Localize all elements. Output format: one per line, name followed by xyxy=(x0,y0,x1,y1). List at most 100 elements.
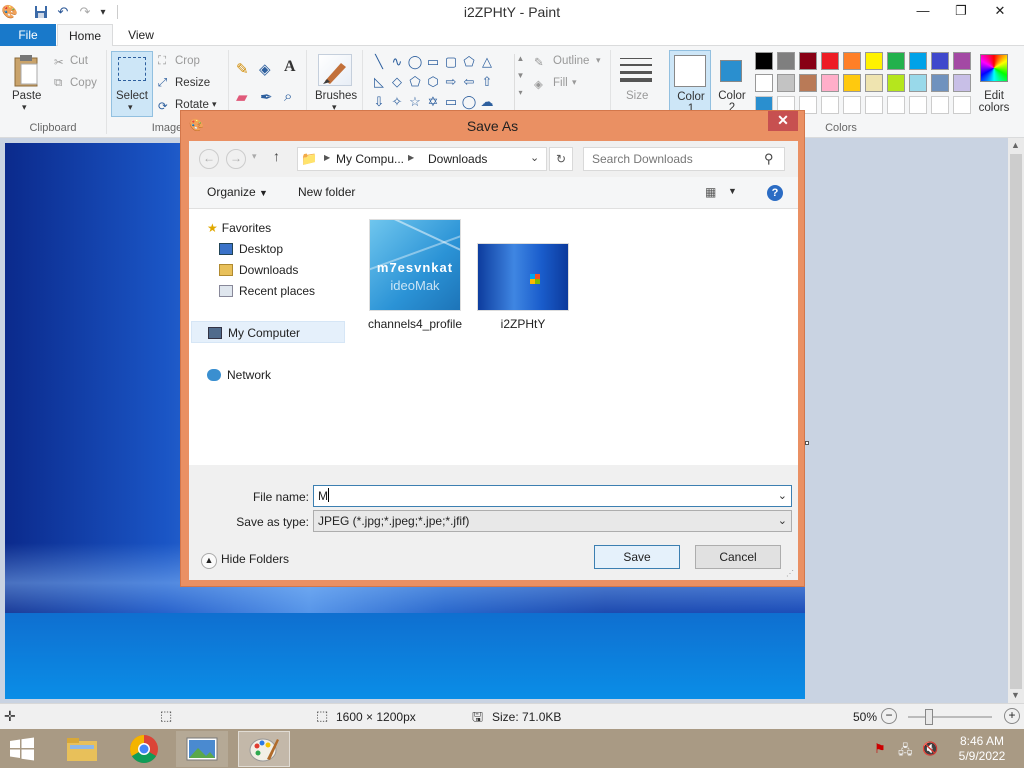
fill-button[interactable]: Fill xyxy=(553,77,568,89)
rounded-rect-shape-icon[interactable]: ▢ xyxy=(442,54,460,70)
palette-swatch[interactable] xyxy=(821,74,839,92)
search-input[interactable]: Search Downloads xyxy=(592,152,693,166)
palette-swatch[interactable] xyxy=(887,52,905,70)
zoom-out-button[interactable]: − xyxy=(881,708,897,724)
zoom-in-button[interactable]: + xyxy=(1004,708,1020,724)
tab-home[interactable]: Home xyxy=(57,24,113,47)
volume-muted-icon[interactable]: 🔇 xyxy=(922,741,938,757)
eraser-icon[interactable]: ▰ xyxy=(236,88,248,106)
search-icon[interactable]: ⚲ xyxy=(764,151,774,167)
organize-button[interactable]: Organize ▼ xyxy=(207,185,268,199)
nav-favorites[interactable]: ★ Favorites xyxy=(207,221,271,235)
custom-color-slot[interactable] xyxy=(909,96,927,114)
palette-swatch[interactable] xyxy=(909,52,927,70)
maximize-button[interactable]: ❐ xyxy=(944,0,978,22)
file-name-input[interactable]: M ⌄ xyxy=(313,485,792,507)
nav-my-computer[interactable]: My Computer xyxy=(191,321,345,343)
rectangle-shape-icon[interactable]: ▭ xyxy=(424,54,442,70)
paint-taskbar-icon[interactable] xyxy=(238,731,290,767)
nav-downloads[interactable]: Downloads xyxy=(219,263,298,277)
paste-icon[interactable] xyxy=(12,54,42,90)
palette-swatch[interactable] xyxy=(909,74,927,92)
recent-locations-dropdown-icon[interactable]: ▾ xyxy=(252,151,257,162)
start-button[interactable] xyxy=(8,737,38,761)
star5-shape-icon[interactable]: ☆ xyxy=(406,94,424,110)
action-center-flag-icon[interactable]: ⚑ xyxy=(874,741,886,757)
edit-colors-button[interactable]: Edit colors xyxy=(976,90,1012,114)
nav-network[interactable]: Network xyxy=(207,368,271,382)
custom-color-slot[interactable] xyxy=(821,96,839,114)
vertical-scrollbar[interactable]: ▲ ▼ xyxy=(1008,138,1024,703)
address-dropdown-icon[interactable]: ⌄ xyxy=(530,151,539,164)
triangle-shape-icon[interactable]: △ xyxy=(478,54,496,70)
scroll-up-arrow-icon[interactable]: ▲ xyxy=(1011,140,1020,150)
file-name-dropdown-icon[interactable]: ⌄ xyxy=(778,486,787,506)
cut-button[interactable]: Cut xyxy=(70,55,88,67)
view-dropdown-icon[interactable]: ▼ xyxy=(728,186,737,196)
help-icon[interactable]: ? xyxy=(767,185,783,201)
callout-cloud-shape-icon[interactable]: ☁ xyxy=(478,94,496,110)
star6-shape-icon[interactable]: ✡ xyxy=(424,94,442,110)
oval-shape-icon[interactable]: ◯ xyxy=(406,54,424,70)
hide-folders-button[interactable]: ▲ Hide Folders xyxy=(201,552,289,569)
color2-button[interactable]: Color 2 xyxy=(713,50,751,118)
zoom-slider-thumb[interactable] xyxy=(925,709,933,725)
address-bar[interactable]: 📁 ▶ My Compu... ▶ Downloads ⌄ xyxy=(297,147,547,171)
file-thumbnail-i2zphty[interactable] xyxy=(477,243,569,311)
size-icon[interactable] xyxy=(620,56,652,82)
back-button[interactable]: ← xyxy=(199,149,219,169)
palette-swatch[interactable] xyxy=(931,52,949,70)
network-tray-icon[interactable]: 🖧 xyxy=(898,741,913,763)
save-type-select[interactable]: JPEG (*.jpg;*.jpeg;*.jpe;*.jfif) ⌄ xyxy=(313,510,792,532)
palette-swatch[interactable] xyxy=(821,52,839,70)
pencil-icon[interactable]: ✎ xyxy=(236,60,249,78)
paste-dropdown-icon[interactable]: ▾ xyxy=(22,102,27,113)
line-shape-icon[interactable]: ╲ xyxy=(370,54,388,70)
save-type-dropdown-icon[interactable]: ⌄ xyxy=(778,511,787,531)
outline-button[interactable]: Outline xyxy=(553,55,589,67)
palette-swatch[interactable] xyxy=(931,74,949,92)
chrome-icon[interactable] xyxy=(118,731,170,767)
nav-desktop[interactable]: Desktop xyxy=(219,242,283,256)
up-folder-button[interactable]: ↑ xyxy=(273,148,280,164)
shapes-scrollbar[interactable]: ▲ ▼ ▾ xyxy=(514,54,526,118)
paste-button[interactable]: Paste xyxy=(12,90,41,102)
canvas-resize-handle[interactable] xyxy=(805,441,809,445)
palette-swatch[interactable] xyxy=(865,74,883,92)
hexagon-shape-icon[interactable]: ⬡ xyxy=(424,74,442,90)
text-tool-icon[interactable]: A xyxy=(284,58,296,76)
arrow-left-shape-icon[interactable]: ⇦ xyxy=(460,74,478,90)
resize-grip-icon[interactable]: ⋰ xyxy=(786,569,794,578)
tab-file[interactable]: File xyxy=(0,24,56,46)
save-button[interactable]: Save xyxy=(594,545,680,569)
diamond-shape-icon[interactable]: ◇ xyxy=(388,74,406,90)
breadcrumb-current[interactable]: Downloads xyxy=(428,152,487,166)
palette-swatch[interactable] xyxy=(865,52,883,70)
nav-recent-places[interactable]: Recent places xyxy=(219,284,315,298)
palette-swatch[interactable] xyxy=(777,74,795,92)
dialog-close-button[interactable]: ✕ xyxy=(768,111,798,131)
file-name-i2zphty[interactable]: i2ZPHtY xyxy=(459,317,587,331)
color1-button[interactable]: Color 1 xyxy=(669,50,711,118)
palette-swatch[interactable] xyxy=(843,74,861,92)
custom-color-slot[interactable] xyxy=(865,96,883,114)
new-folder-button[interactable]: New folder xyxy=(298,185,355,199)
pentagon-shape-icon[interactable]: ⬠ xyxy=(406,74,424,90)
magnifier-icon[interactable]: ⌕ xyxy=(284,88,292,105)
palette-swatch[interactable] xyxy=(953,52,971,70)
star4-shape-icon[interactable]: ✧ xyxy=(388,94,406,110)
arrow-right-shape-icon[interactable]: ⇨ xyxy=(442,74,460,90)
palette-swatch[interactable] xyxy=(843,52,861,70)
select-button[interactable]: Select ▾ xyxy=(111,51,153,117)
arrow-up-shape-icon[interactable]: ⇧ xyxy=(478,74,496,90)
resize-button[interactable]: Resize xyxy=(175,77,210,89)
shapes-gallery[interactable]: ╲ ∿ ◯ ▭ ▢ ⬠ △ ◺ ◇ ⬠ ⬡ ⇨ ⇦ ⇧ ⇩ ✧ ☆ ✡ ▭ ◯ … xyxy=(370,54,512,118)
custom-color-slot[interactable] xyxy=(953,96,971,114)
edit-colors-icon[interactable] xyxy=(980,54,1008,82)
palette-swatch[interactable] xyxy=(953,74,971,92)
close-window-button[interactable]: ✕ xyxy=(980,0,1020,22)
custom-color-slot[interactable] xyxy=(887,96,905,114)
crop-button[interactable]: Crop xyxy=(175,55,200,67)
arrow-down-shape-icon[interactable]: ⇩ xyxy=(370,94,388,110)
view-options-icon[interactable]: ▦ xyxy=(705,185,716,199)
